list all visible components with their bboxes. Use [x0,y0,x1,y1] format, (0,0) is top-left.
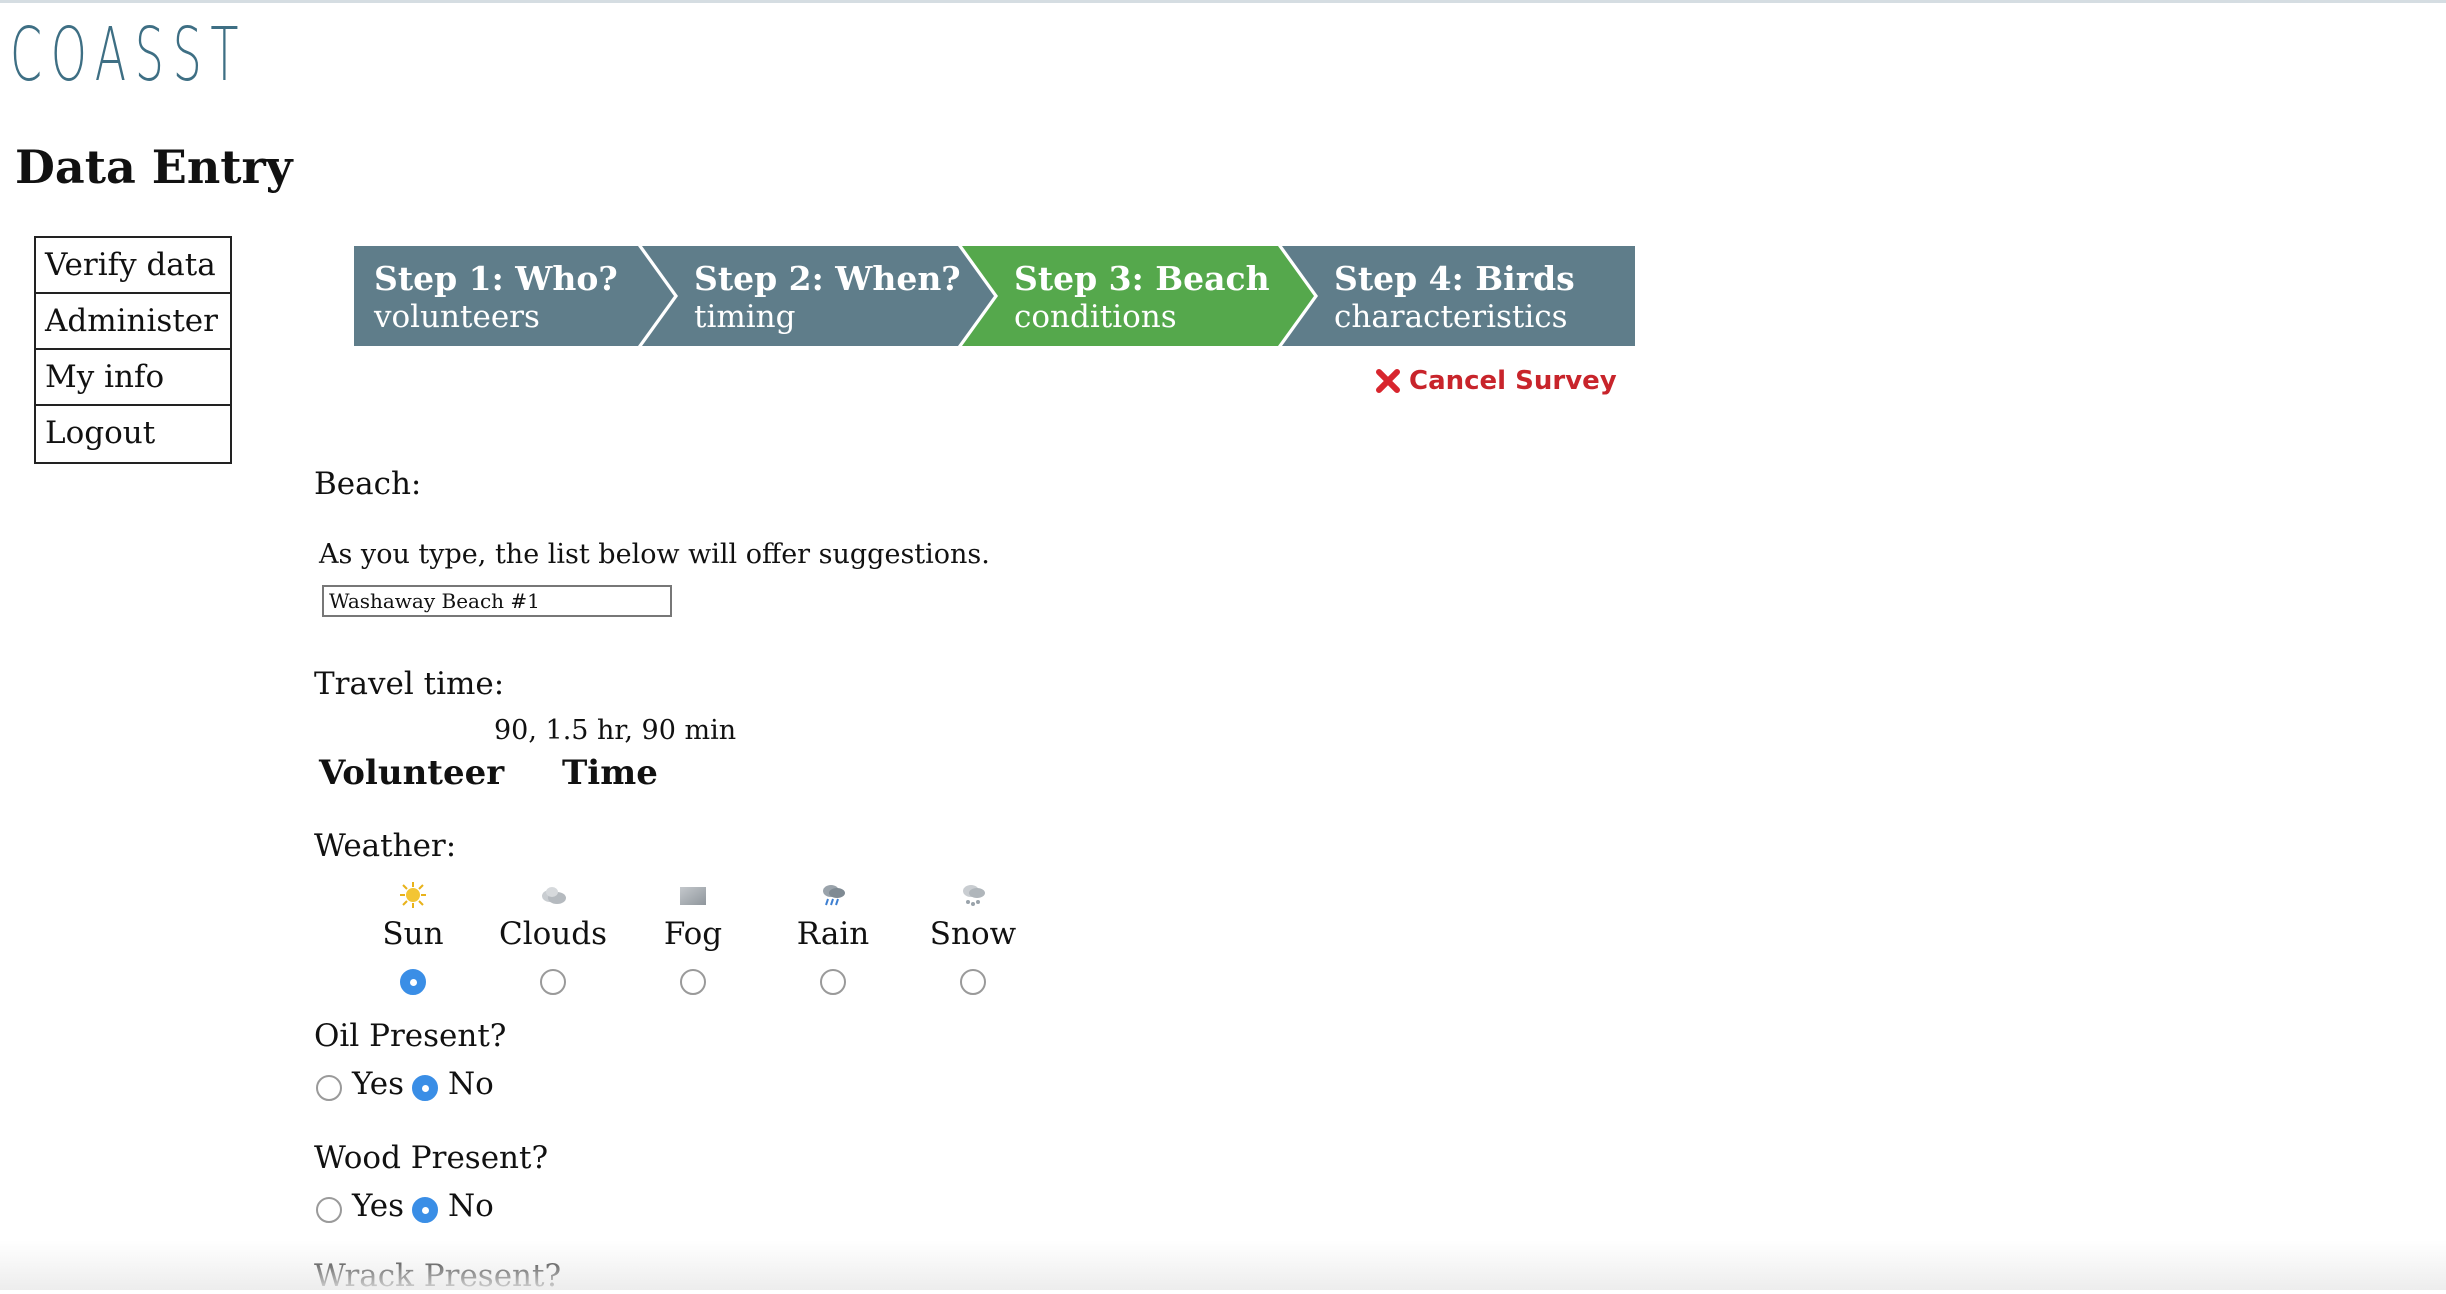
step-3[interactable]: Step 3: Beach conditions [1014,260,1270,336]
side-nav: Verify data Administer My info Logout [34,236,232,464]
wood-present-label: Wood Present? [314,1140,549,1176]
step-4-subtitle: characteristics [1334,299,1568,335]
step-progress-bar: Step 1: Who? volunteers Step 2: When? ti… [354,246,1635,346]
weather-label: Weather: [314,828,457,864]
beach-label: Beach: [314,466,422,502]
side-nav-administer[interactable]: Administer [36,294,230,350]
step-4[interactable]: Step 4: Birds characteristics [1334,260,1575,336]
weather-snow-radio[interactable] [960,969,986,995]
step-1-title: Step 1: Who? [374,259,618,298]
weather-sun-label: Sun [382,916,444,952]
weather-snow-label: Snow [929,916,1017,952]
weather-rain-radio[interactable] [820,969,846,995]
step-4-title: Step 4: Birds [1334,259,1575,298]
weather-option-clouds: Clouds [493,880,613,952]
weather-option-rain: Rain [773,880,893,952]
step-2-subtitle: timing [694,299,796,335]
cancel-survey-label: Cancel Survey [1409,366,1617,396]
fog-icon [680,887,706,905]
volunteer-column-header: Volunteer [319,753,505,793]
wood-yes-radio[interactable] [316,1197,342,1223]
weather-fog-label: Fog [663,916,723,952]
oil-no-radio[interactable] [412,1075,438,1101]
weather-option-sun: Sun [353,880,473,952]
oil-yes-label: Yes [352,1066,405,1102]
snow-icon [963,885,985,906]
step-1[interactable]: Step 1: Who? volunteers [374,260,618,336]
weather-clouds-radio[interactable] [540,969,566,995]
rain-icon [823,885,845,906]
travel-time-hint: 90, 1.5 hr, 90 min [494,715,737,746]
side-nav-logout[interactable]: Logout [36,406,230,462]
weather-clouds-label: Clouds [498,916,607,952]
wood-yes-label: Yes [352,1188,405,1224]
wood-no-label: No [448,1188,494,1224]
weather-rain-label: Rain [796,916,870,952]
step-2[interactable]: Step 2: When? timing [694,260,961,336]
wood-no-radio[interactable] [412,1197,438,1223]
wrack-present-label: Wrack Present? [314,1258,562,1294]
travel-time-label: Travel time: [314,666,505,702]
step-3-subtitle: conditions [1014,299,1177,335]
clouds-icon [542,887,566,904]
weather-sun-radio[interactable] [400,969,426,995]
weather-option-snow: Snow [913,880,1033,952]
beach-hint: As you type, the list below will offer s… [319,539,990,570]
side-nav-verify-data[interactable]: Verify data [36,238,230,294]
top-border [0,0,2446,3]
cancel-survey-button[interactable]: Cancel Survey [1373,366,1617,396]
side-nav-my-info[interactable]: My info [36,350,230,406]
beach-input[interactable] [322,585,672,617]
weather-fog-radio[interactable] [680,969,706,995]
oil-present-label: Oil Present? [314,1018,507,1054]
step-3-title: Step 3: Beach [1014,259,1270,298]
time-column-header: Time [562,753,658,793]
coasst-logo: COASST [10,12,248,98]
step-1-subtitle: volunteers [374,299,540,335]
page-title: Data Entry [15,140,293,194]
weather-option-fog: Fog [633,880,753,952]
oil-yes-radio[interactable] [316,1075,342,1101]
step-2-title: Step 2: When? [694,259,961,298]
oil-no-label: No [448,1066,494,1102]
close-icon [1376,369,1400,393]
sun-icon [400,882,426,908]
